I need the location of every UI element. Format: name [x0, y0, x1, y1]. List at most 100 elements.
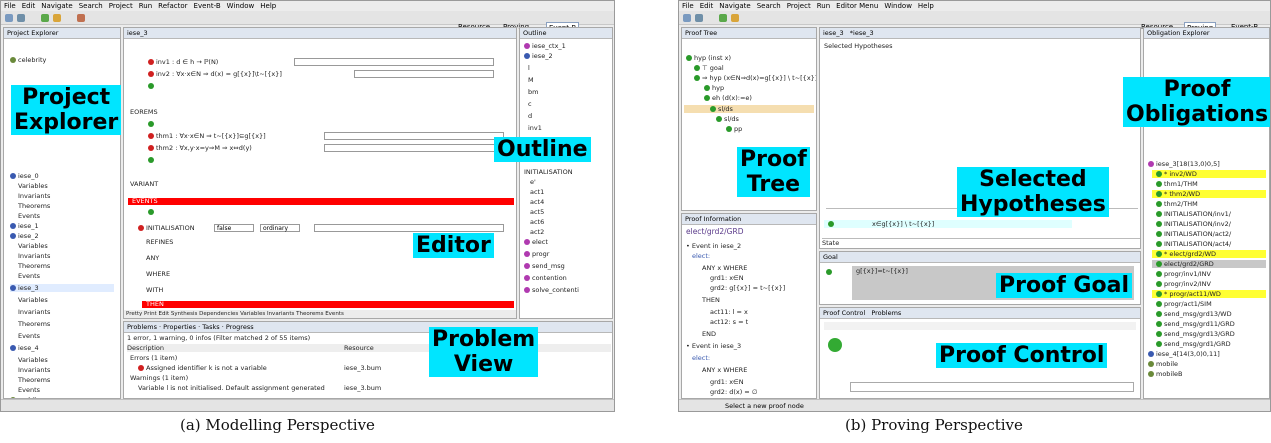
obligation-item[interactable]: * thm2/WD — [1156, 190, 1200, 198]
tree-item[interactable]: Invariants — [18, 252, 50, 260]
menu-item[interactable]: Navigate — [719, 2, 750, 10]
outline-item[interactable]: inv1 — [528, 124, 542, 132]
add-icon[interactable] — [148, 156, 156, 164]
outline-item[interactable]: iese_ctx_1 — [524, 42, 566, 50]
obligation-item[interactable]: iese_4[14(3,0)0,11] — [1148, 350, 1220, 358]
obligation-item[interactable]: INITIALISATION/act2/ — [1156, 230, 1231, 238]
search-icon[interactable] — [77, 14, 85, 22]
tree-item[interactable]: Invariants — [18, 192, 50, 200]
outline-item[interactable]: bm — [528, 88, 538, 96]
comment-field[interactable] — [354, 70, 494, 78]
editor-tabs[interactable]: iese_3 *iese_3 — [820, 28, 1140, 39]
proof-node[interactable]: hyp — [704, 84, 724, 92]
tree-item[interactable]: Variables — [18, 356, 48, 364]
outline-item[interactable]: e' — [530, 178, 536, 186]
comment-field[interactable] — [324, 132, 504, 140]
comment-field[interactable] — [294, 58, 494, 66]
obligation-item[interactable]: INITIALISATION/act4/ — [1156, 240, 1231, 248]
menu-item[interactable]: Window — [227, 2, 255, 10]
invariant-line[interactable]: inv1 : d ∈ h → ℙ(N) — [148, 58, 218, 66]
tree-item[interactable]: Variables — [18, 182, 48, 190]
outline-item[interactable]: contention — [524, 274, 567, 282]
menu-item[interactable]: Event-B — [194, 2, 221, 10]
new-icon[interactable] — [683, 14, 691, 22]
problem-row[interactable]: Assigned identifier k is not a variable — [138, 364, 267, 372]
obligation-item[interactable]: progr/act1/SIM — [1156, 300, 1212, 308]
tree-item[interactable]: Variables — [18, 242, 48, 250]
outline-item[interactable]: c — [528, 100, 532, 108]
obligation-item[interactable]: * elect/grd2/WD — [1156, 250, 1216, 258]
outline-item[interactable]: l — [528, 64, 530, 72]
tree-item[interactable]: iese_1 — [10, 222, 39, 230]
proof-control-input[interactable] — [850, 382, 1134, 392]
menu-item[interactable]: Run — [817, 2, 830, 10]
obligation-item[interactable]: progr/inv1/INV — [1156, 270, 1211, 278]
proof-node[interactable]: hyp (inst x) — [686, 54, 731, 62]
proof-node[interactable]: pp — [726, 125, 742, 133]
proof-node[interactable]: ⇒ hyp (x∈N⇒d(x)=g[{x}] \ t~[{x}]) — [694, 74, 816, 82]
outline-item[interactable]: act5 — [530, 208, 544, 216]
problem-row[interactable]: Errors (1 item) — [130, 354, 177, 362]
theorem-line[interactable]: thm1 : ∀x·x∈N ⇒ t~[{x}]⊆g[{x}] — [148, 132, 266, 140]
tree-item[interactable]: Events — [18, 272, 40, 280]
outline-item[interactable]: act1 — [530, 188, 544, 196]
outline-item[interactable]: progr — [524, 250, 549, 258]
proof-node[interactable]: ⊤ goal — [694, 64, 724, 72]
outline-item[interactable]: d — [528, 112, 532, 120]
debug-icon[interactable] — [53, 14, 61, 22]
proof-node[interactable]: sl/ds — [710, 105, 733, 113]
outline-item[interactable]: M — [528, 76, 534, 84]
add-icon[interactable] — [148, 120, 156, 128]
outline-item[interactable]: act2 — [530, 228, 544, 236]
obligation-item[interactable]: INITIALISATION/inv2/ — [1156, 220, 1231, 228]
editor-tab[interactable]: iese_3 — [124, 28, 516, 39]
outline-item[interactable]: send_msg — [524, 262, 565, 270]
outline-item[interactable]: solve_contenti — [524, 286, 579, 294]
tree-item[interactable]: Theorems — [18, 320, 50, 328]
problems-tabs[interactable]: Problems · Properties · Tasks · Progress — [124, 322, 612, 333]
obligation-item[interactable]: iese_3[18(13,0)0,5] — [1148, 160, 1220, 168]
obligation-item[interactable]: thm2/THM — [1156, 200, 1198, 208]
debug-icon[interactable] — [731, 14, 739, 22]
convergence-select[interactable]: ordinary — [260, 224, 300, 232]
extended-select[interactable]: false — [214, 224, 254, 232]
comment-field[interactable] — [324, 144, 504, 152]
tree-item[interactable]: iese_3 — [10, 284, 114, 292]
menu-item[interactable]: Project — [787, 2, 811, 10]
proof-node[interactable]: eh (d(x):=e) — [704, 94, 752, 102]
obligation-item[interactable]: INITIALISATION/inv1/ — [1156, 210, 1231, 218]
tree-item[interactable]: Invariants — [18, 366, 50, 374]
menu-item[interactable]: Editor Menu — [836, 2, 878, 10]
event-initialisation[interactable]: INITIALISATION — [138, 224, 195, 232]
tree-item[interactable]: iese_0 — [10, 172, 39, 180]
save-icon[interactable] — [695, 14, 703, 22]
tree-item[interactable]: Theorems — [18, 376, 50, 384]
obligation-item[interactable]: send_msg/grd13/GRD — [1156, 330, 1235, 338]
obligation-item[interactable]: progr/inv2/INV — [1156, 280, 1211, 288]
obligation-item[interactable]: mobileB — [1148, 370, 1183, 378]
editor-page-tabs[interactable]: Pretty Print Edit Synthesis Dependencies… — [126, 310, 344, 318]
proof-control-tabs[interactable]: Proof Control Problems — [820, 308, 1140, 319]
menu-item[interactable]: Search — [757, 2, 781, 10]
menu-item[interactable]: Project — [109, 2, 133, 10]
menu-item[interactable]: Edit — [22, 2, 36, 10]
problem-row[interactable]: Variable l is not initialised. Default a… — [138, 384, 325, 392]
menu-item[interactable]: Edit — [700, 2, 714, 10]
outline-item[interactable]: iese_2 — [524, 52, 553, 60]
proof-node[interactable]: sl/ds — [716, 115, 739, 123]
outline-item[interactable]: INITIALISATION — [524, 168, 573, 176]
tree-item[interactable]: celebrity — [10, 56, 46, 64]
tree-item[interactable]: Variables — [18, 296, 48, 304]
outline-item[interactable]: act4 — [530, 198, 544, 206]
obligation-item[interactable]: send_msg/grd1/GRD — [1156, 340, 1231, 348]
obligation-item[interactable]: elect/grd2/GRD — [1156, 260, 1214, 268]
obligation-item[interactable]: thm1/THM — [1156, 180, 1198, 188]
proof-control-toolbar[interactable] — [824, 322, 1136, 330]
tree-item[interactable]: Events — [18, 332, 40, 340]
menu-item[interactable]: Search — [79, 2, 103, 10]
obligation-item[interactable]: send_msg/grd13/WD — [1156, 310, 1232, 318]
menu-item[interactable]: File — [682, 2, 694, 10]
menu-item[interactable]: Help — [260, 2, 276, 10]
obligation-item[interactable]: mobile — [1148, 360, 1178, 368]
menu-item[interactable]: Refactor — [158, 2, 187, 10]
